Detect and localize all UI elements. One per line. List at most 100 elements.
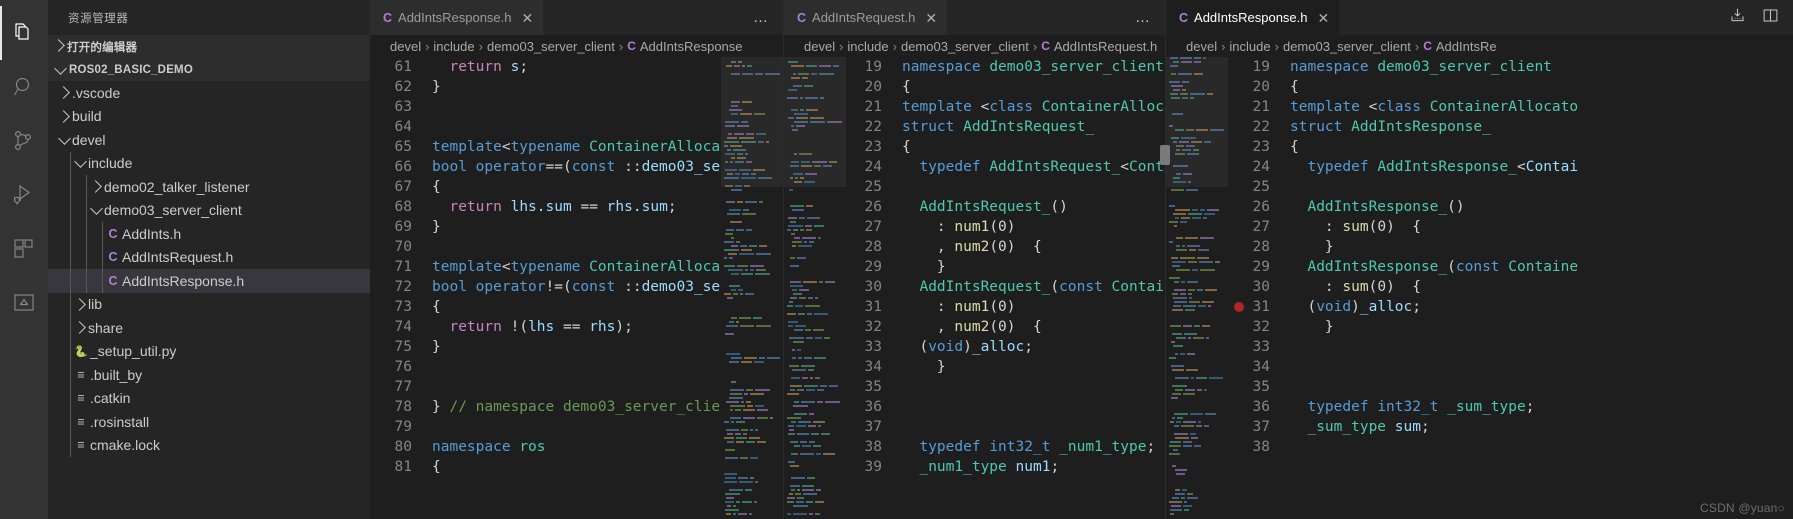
breadcrumb-item[interactable]: devel bbox=[390, 39, 421, 54]
tree-item-addintsrequest-h[interactable]: C AddIntsRequest.h bbox=[48, 245, 370, 269]
tree-item-addints-h[interactable]: C AddInts.h bbox=[48, 222, 370, 246]
split-editor-icon[interactable] bbox=[1762, 7, 1779, 29]
tree-item-share[interactable]: share bbox=[48, 316, 370, 340]
activity-item-search[interactable] bbox=[0, 60, 48, 114]
tree-item--catkin[interactable]: ≡ .catkin bbox=[48, 386, 370, 410]
line-number: 34 bbox=[1252, 359, 1270, 375]
editor-resize-handle[interactable] bbox=[1160, 145, 1170, 165]
close-icon[interactable]: ✕ bbox=[522, 11, 534, 25]
breadcrumb-item[interactable]: devel bbox=[1186, 39, 1217, 54]
breadcrumb-item[interactable]: include bbox=[433, 39, 474, 54]
more-actions-icon[interactable]: … bbox=[1135, 10, 1151, 25]
minimap-line bbox=[724, 325, 780, 328]
breadcrumb-item[interactable]: include bbox=[847, 39, 888, 54]
activity-item-extensions[interactable] bbox=[0, 222, 48, 276]
sidebar-title: 资源管理器 bbox=[68, 12, 129, 25]
minimap-line bbox=[724, 281, 780, 284]
code-content-2[interactable]: namespace demo03_server_client {template … bbox=[894, 57, 1165, 519]
code-line: { bbox=[432, 459, 441, 475]
code-area-3[interactable]: 19 20 21 22 23 24 25 26 27 28 29 30 31 32 33 34 35 36 37 38… bbox=[1166, 57, 1793, 519]
minimap-line bbox=[787, 333, 843, 336]
tree-item-addintsresponse-h[interactable]: C AddIntsResponse.h bbox=[48, 269, 370, 293]
minimap-slider[interactable] bbox=[784, 57, 846, 187]
tree-item-label: .built_by bbox=[90, 366, 143, 383]
tree-item--rosinstall[interactable]: ≡ .rosinstall bbox=[48, 410, 370, 434]
minimap-line bbox=[1169, 237, 1225, 240]
tree-item-build[interactable]: build bbox=[48, 105, 370, 129]
chevron-right-icon bbox=[52, 38, 65, 53]
activity-item-explorer[interactable] bbox=[0, 6, 48, 60]
minimap-line bbox=[1169, 293, 1225, 296]
split-download-icon[interactable] bbox=[1729, 7, 1746, 29]
breadcrumb-item[interactable]: demo03_server_client bbox=[901, 39, 1029, 54]
code-line: (void)_alloc; bbox=[1307, 299, 1421, 315]
code-line: bool operator!=(const ::demo03_se bbox=[432, 279, 721, 295]
code-area-2[interactable]: 19 20 21 22 23 24 25 26 27 28 29 30 31 32 33 34 35 36 37 38… bbox=[784, 57, 1165, 519]
minimap-line bbox=[1169, 305, 1225, 308]
minimap-line bbox=[787, 269, 843, 272]
tree-item-demo03-server-client[interactable]: demo03_server_client bbox=[48, 198, 370, 222]
code-area-1[interactable]: 61 62 63 64 65 66 67 68 69 70 71 72 73 74 75 76 77 78 79 80… bbox=[370, 57, 783, 519]
minimap-line bbox=[724, 269, 780, 272]
chevron-down-icon bbox=[72, 155, 88, 169]
tree-item--setup-util-py[interactable]: 🐍 _setup_util.py bbox=[48, 339, 370, 363]
tree-item-lib[interactable]: lib bbox=[48, 292, 370, 316]
chevron-right-icon bbox=[72, 297, 88, 311]
tree-item--vscode[interactable]: .vscode bbox=[48, 81, 370, 105]
tab-addintsresponse-active[interactable]: C AddIntsResponse.h ✕ bbox=[1166, 0, 1341, 35]
close-icon[interactable]: ✕ bbox=[1318, 11, 1330, 25]
tab-addintsrequest[interactable]: C AddIntsRequest.h ✕ bbox=[784, 0, 949, 35]
line-number: 25 bbox=[1252, 179, 1270, 195]
activity-item-run-and-debug[interactable] bbox=[0, 168, 48, 222]
tabbar-actions-1: … bbox=[544, 0, 783, 35]
minimap-2[interactable] bbox=[784, 57, 846, 519]
activity-item-source-control[interactable] bbox=[0, 114, 48, 168]
minimap-line bbox=[1169, 329, 1225, 332]
minimap-line bbox=[1169, 385, 1225, 388]
minimap-1[interactable] bbox=[721, 57, 783, 519]
breadcrumb-item[interactable]: include bbox=[1229, 39, 1270, 54]
line-number: 73 bbox=[394, 299, 412, 315]
minimap-slider[interactable] bbox=[1166, 57, 1228, 187]
minimap-3[interactable] bbox=[1166, 57, 1228, 519]
minimap-line bbox=[1169, 321, 1225, 324]
minimap-line bbox=[724, 381, 780, 384]
indent-guide bbox=[70, 269, 71, 293]
tab-label: AddIntsRequest.h bbox=[812, 10, 916, 25]
tree-item-demo02-talker-listener[interactable]: demo02_talker_listener bbox=[48, 175, 370, 199]
breadcrumb-item[interactable]: AddIntsResponse bbox=[640, 39, 743, 54]
line-number: 71 bbox=[394, 259, 412, 275]
tab-addintsresponse-1[interactable]: C AddIntsResponse.h ✕ bbox=[370, 0, 545, 35]
close-icon[interactable]: ✕ bbox=[925, 11, 937, 25]
code-content-1[interactable]: return s;} template<typename ContainerAll… bbox=[424, 57, 721, 519]
tree-item--built-by[interactable]: ≡ .built_by bbox=[48, 363, 370, 387]
tree-item-cmake-lock[interactable]: ≡ cmake.lock bbox=[48, 433, 370, 457]
open-editors-section[interactable]: 打开的编辑器 bbox=[48, 35, 370, 58]
breadcrumb-item[interactable]: demo03_server_client bbox=[487, 39, 615, 54]
minimap-slider[interactable] bbox=[721, 57, 783, 187]
minimap-line bbox=[787, 349, 843, 352]
project-section[interactable]: ROS02_BASIC_DEMO bbox=[48, 58, 370, 81]
minimap-line bbox=[1169, 397, 1225, 400]
minimap-line bbox=[787, 365, 843, 368]
c-file-icon: C bbox=[1423, 39, 1432, 53]
c-file-icon: C bbox=[1179, 10, 1189, 25]
breadcrumb-item[interactable]: AddIntsRequest.h bbox=[1054, 39, 1157, 54]
minimap-line bbox=[724, 481, 780, 484]
minimap-line bbox=[724, 405, 780, 408]
breadcrumb-item[interactable]: devel bbox=[804, 39, 835, 54]
breakpoint-icon[interactable] bbox=[1234, 302, 1244, 312]
breadcrumb-item[interactable]: demo03_server_client bbox=[1283, 39, 1411, 54]
breadcrumb-item[interactable]: AddIntsRe bbox=[1436, 39, 1497, 54]
tree-item-devel[interactable]: devel bbox=[48, 128, 370, 152]
line-number: 38 bbox=[1252, 439, 1270, 455]
activity-item-remote-explorer[interactable] bbox=[0, 276, 48, 330]
tree-item-include[interactable]: include bbox=[48, 151, 370, 175]
project-label: ROS02_BASIC_DEMO bbox=[69, 63, 193, 76]
minimap-line bbox=[724, 417, 780, 420]
code-content-3[interactable]: namespace demo03_server_client {template … bbox=[1282, 57, 1793, 519]
line-number: 33 bbox=[1252, 339, 1270, 355]
minimap-line bbox=[1169, 241, 1225, 244]
more-actions-icon[interactable]: … bbox=[753, 10, 769, 25]
